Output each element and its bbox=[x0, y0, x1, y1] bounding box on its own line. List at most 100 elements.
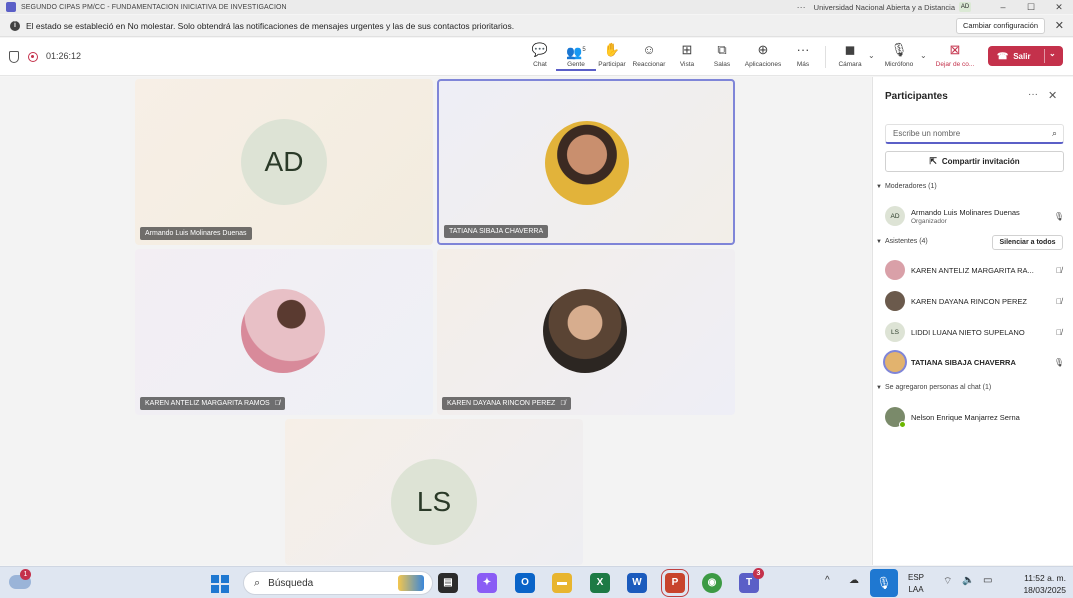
raise-hand-button[interactable]: ✋ Participar bbox=[592, 42, 632, 68]
video-tile[interactable]: LS bbox=[285, 419, 583, 565]
avatar bbox=[241, 289, 325, 373]
minimize-button[interactable]: – bbox=[989, 2, 1017, 12]
chat-added-header: Se agregaron personas al chat (1) bbox=[884, 384, 992, 391]
powerpoint-icon[interactable]: P bbox=[661, 569, 689, 597]
windows-start-icon[interactable] bbox=[211, 575, 229, 593]
view-button[interactable]: ⊞ Vista bbox=[667, 42, 707, 68]
video-tile[interactable]: AD Armando Luis Molinares Duenas bbox=[135, 79, 433, 245]
mute-all-button[interactable]: Silenciar a todos bbox=[992, 235, 1063, 250]
mic-off-icon: 🎙̸ bbox=[560, 400, 566, 407]
chat-button[interactable]: 💬 Chat bbox=[520, 42, 560, 68]
participant-row[interactable]: AD Armando Luis Molinares Duenas Organiz… bbox=[885, 205, 1065, 227]
participant-name-tag: TATIANA SIBAJA CHAVERRA bbox=[444, 225, 549, 238]
participant-row[interactable]: KAREN ANTELIZ MARGARITA RA... 🎙̸ bbox=[885, 259, 1065, 281]
search-placeholder: Escribe un nombre bbox=[893, 129, 961, 138]
panel-close-icon[interactable]: ✕ bbox=[1048, 89, 1057, 102]
wifi-icon[interactable]: ⌔ bbox=[943, 575, 952, 588]
participant-name: KAREN DAYANA RINCON PEREZ bbox=[911, 296, 1027, 306]
microphone-in-use-icon[interactable]: 🎙 bbox=[870, 569, 898, 597]
taskbar-clock[interactable]: 11:52 a. m. 18/03/2025 bbox=[1006, 572, 1066, 596]
apps-button[interactable]: ⊕ Aplicaciones bbox=[743, 42, 783, 68]
search-label: Búsqueda bbox=[268, 577, 314, 589]
mic-off-icon: 🎙̸ bbox=[1056, 296, 1062, 306]
stop-sharing-label: Dejar de co... bbox=[935, 61, 975, 68]
folder-icon[interactable]: ▬ bbox=[552, 573, 572, 593]
input-language-indicator[interactable]: ESP LAA bbox=[908, 572, 924, 596]
keyboard-layout: LAA bbox=[908, 585, 924, 594]
leave-button[interactable]: ☎ Salir ⌄ bbox=[988, 46, 1063, 66]
leave-options-chevron-icon[interactable]: ⌄ bbox=[1049, 49, 1056, 58]
people-label: Gente bbox=[556, 61, 596, 71]
rooms-icon: ⧉ bbox=[717, 42, 727, 57]
video-tile[interactable]: KAREN ANTELIZ MARGARITA RAMOS 🎙̸ bbox=[135, 249, 433, 415]
avatar: LS bbox=[391, 459, 477, 545]
close-window-button[interactable]: ✕ bbox=[1045, 2, 1073, 13]
microphone-icon: 🎙 bbox=[1053, 211, 1065, 221]
more-button[interactable]: ··· Más bbox=[783, 42, 823, 68]
moderators-section-toggle[interactable]: ▼ Moderadores (1) bbox=[876, 183, 937, 190]
banner-message: El estado se estableció en No molestar. … bbox=[26, 20, 515, 31]
teams-icon[interactable]: T3 bbox=[739, 568, 764, 593]
banner-close-button[interactable]: ✕ bbox=[1055, 19, 1064, 32]
emoji-icon: ☺ bbox=[642, 42, 656, 57]
participant-search-input[interactable]: Escribe un nombre ⌕ bbox=[885, 124, 1064, 144]
do-not-disturb-banner: i El estado se estableció en No molestar… bbox=[0, 15, 1073, 37]
presence-available-icon bbox=[899, 421, 906, 428]
video-tile[interactable]: TATIANA SIBAJA CHAVERRA bbox=[437, 79, 735, 245]
more-options-icon[interactable]: ··· bbox=[797, 2, 806, 12]
teams-app-icon bbox=[6, 2, 16, 12]
battery-icon[interactable]: ▭ bbox=[983, 575, 992, 586]
panel-more-icon[interactable]: ··· bbox=[1028, 89, 1038, 100]
language-code: ESP bbox=[908, 573, 925, 582]
phone-hangup-icon: ☎ bbox=[997, 50, 1009, 61]
participant-row[interactable]: LS LIDDI LUANA NIETO SUPELANO 🎙̸ bbox=[885, 321, 1065, 343]
attendees-section-toggle[interactable]: ▼ Asistentes (4) bbox=[876, 238, 928, 245]
shield-icon[interactable] bbox=[9, 51, 19, 63]
participant-name: Armando Luis Molinares Duenas bbox=[911, 207, 1020, 217]
meeting-toolbar: 01:26:12 💬 Chat 👥5 Gente ✋ Participar ☺ … bbox=[0, 38, 1073, 76]
volume-icon[interactable]: 🔈 bbox=[962, 575, 974, 586]
weather-widget-icon[interactable]: 1 bbox=[9, 569, 31, 589]
account-avatar[interactable]: AD bbox=[959, 2, 971, 12]
stop-sharing-button[interactable]: ⊠ Dejar de co... bbox=[935, 42, 975, 68]
video-tile[interactable]: KAREN DAYANA RINCON PEREZ 🎙̸ bbox=[437, 249, 735, 415]
people-button[interactable]: 👥5 Gente bbox=[556, 42, 596, 71]
react-button[interactable]: ☺ Reaccionar bbox=[629, 42, 669, 68]
excel-icon[interactable]: X bbox=[590, 573, 610, 593]
chat-added-section-toggle[interactable]: ▼ Se agregaron personas al chat (1) bbox=[876, 384, 991, 391]
microphone-icon: 🎙 bbox=[890, 42, 908, 57]
maximize-button[interactable]: ☐ bbox=[1017, 2, 1045, 13]
participant-row[interactable]: Nelson Enrique Manjarrez Serna bbox=[885, 406, 1065, 428]
rooms-label: Salas bbox=[713, 61, 731, 68]
onedrive-icon[interactable]: ☁ bbox=[849, 575, 859, 586]
camera-button[interactable]: ◼ Cámara bbox=[830, 42, 870, 68]
camera-options-chevron-icon[interactable]: ⌄ bbox=[868, 51, 875, 60]
participant-name: KAREN DAYANA RINCON PEREZ bbox=[447, 400, 556, 407]
rooms-button[interactable]: ⧉ Salas bbox=[702, 42, 742, 68]
participant-name: Nelson Enrique Manjarrez Serna bbox=[911, 412, 1020, 422]
participant-row[interactable]: TATIANA SIBAJA CHAVERRA 🎙 bbox=[885, 351, 1065, 373]
react-label: Reaccionar bbox=[632, 61, 666, 68]
organization-name[interactable]: Universidad Nacional Abierta y a Distanc… bbox=[814, 3, 955, 12]
chat-label: Chat bbox=[533, 61, 547, 68]
taskbar-search-input[interactable]: ⌕ Búsqueda bbox=[243, 571, 433, 595]
view-label: Vista bbox=[679, 61, 695, 68]
avatar bbox=[545, 121, 629, 205]
show-hidden-icons-chevron-icon[interactable]: ^ bbox=[825, 575, 830, 586]
leave-label: Salir bbox=[1013, 51, 1031, 61]
share-invite-button[interactable]: ⇱ Compartir invitación bbox=[885, 151, 1064, 172]
outlook-icon[interactable]: O bbox=[515, 573, 535, 593]
participant-row[interactable]: KAREN DAYANA RINCON PEREZ 🎙̸ bbox=[885, 290, 1065, 312]
apps-icon: ⊕ bbox=[757, 42, 769, 57]
window-titlebar: SEGUNDO CIPAS PM/CC - FUNDAMENTACION INI… bbox=[0, 0, 1073, 14]
microphone-label: Micrófono bbox=[884, 61, 914, 68]
file-explorer-icon[interactable]: ▤ bbox=[438, 573, 458, 593]
change-settings-button[interactable]: Cambiar configuración bbox=[955, 18, 1045, 34]
microphone-options-chevron-icon[interactable]: ⌄ bbox=[920, 51, 927, 60]
word-icon[interactable]: W bbox=[627, 573, 647, 593]
copilot-icon[interactable]: ✦ bbox=[477, 573, 497, 593]
avatar bbox=[885, 407, 906, 428]
chrome-icon[interactable]: ◉ bbox=[702, 573, 722, 593]
info-icon: i bbox=[10, 20, 20, 31]
microphone-button[interactable]: 🎙 Micrófono bbox=[879, 42, 919, 68]
